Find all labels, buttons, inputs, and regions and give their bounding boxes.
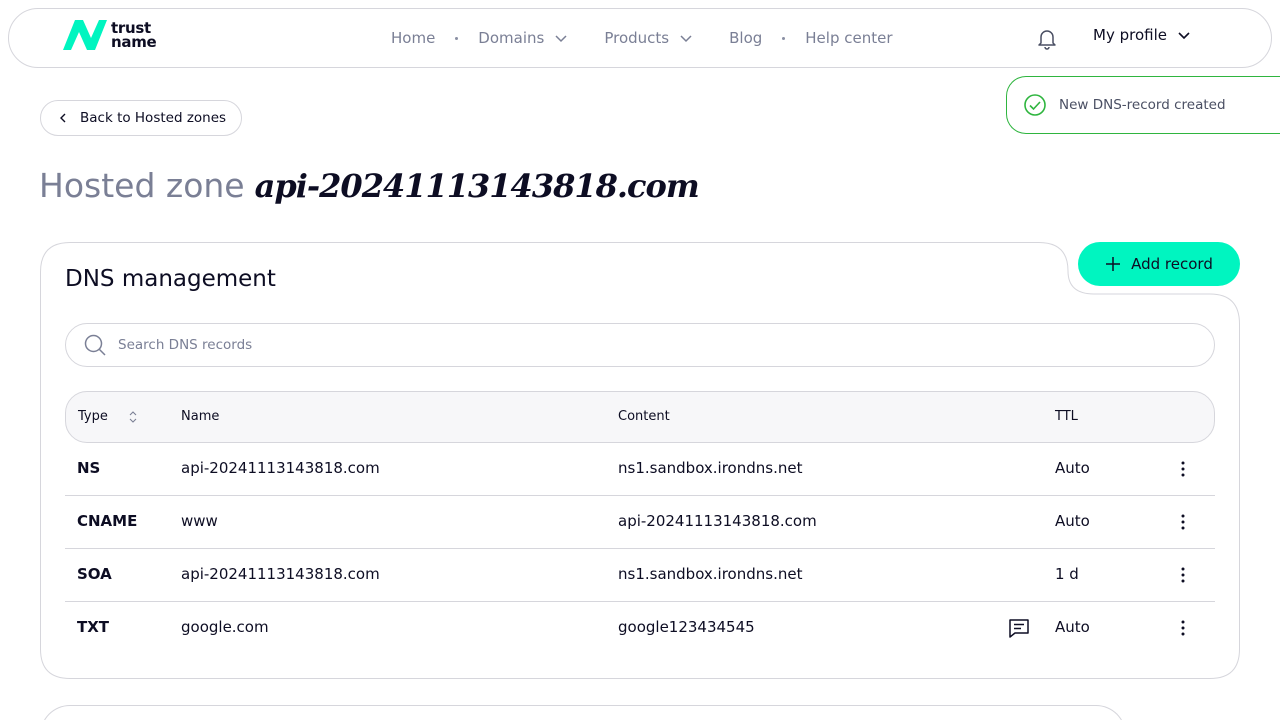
top-navigation: trust name Home Domains Products Blog He…	[8, 8, 1272, 68]
chevron-left-icon	[60, 113, 66, 123]
page-title-zone: api-20241113143818.com	[254, 167, 700, 205]
bell-icon[interactable]	[1035, 26, 1059, 50]
back-button-label: Back to Hosted zones	[80, 110, 227, 126]
record-ttl: 1 d	[1055, 565, 1079, 583]
record-type: CNAME	[77, 512, 138, 530]
record-content: ns1.sandbox.irondns.net	[618, 565, 803, 583]
nav-separator	[782, 36, 786, 40]
nav-home[interactable]: Home	[391, 29, 435, 47]
logo-text-line2: name	[111, 33, 157, 51]
dns-management-heading: DNS management	[65, 266, 276, 292]
toast-message: New DNS-record created	[1059, 97, 1226, 113]
table-row[interactable]: NS api-20241113143818.com ns1.sandbox.ir…	[65, 443, 1215, 496]
success-toast: New DNS-record created	[1006, 76, 1280, 134]
record-ttl: Auto	[1055, 618, 1090, 636]
main-nav: Home Domains Products Blog Help center	[391, 9, 893, 67]
record-type: TXT	[77, 618, 110, 636]
chevron-down-icon	[680, 35, 692, 43]
column-content-label: Content	[618, 409, 670, 424]
search-icon	[84, 334, 106, 356]
column-content: Content	[618, 409, 670, 424]
logo-mark-icon	[63, 20, 107, 50]
comment-icon[interactable]	[1007, 616, 1031, 640]
column-ttl: TTL	[1055, 409, 1078, 424]
record-name: api-20241113143818.com	[181, 565, 380, 583]
chevron-down-icon	[555, 35, 567, 43]
column-name-label: Name	[181, 409, 220, 424]
more-vertical-icon[interactable]	[1175, 618, 1191, 638]
record-content: google123434545	[618, 618, 755, 636]
nav-help-center-label: Help center	[805, 29, 893, 47]
chevron-down-icon	[1178, 32, 1190, 40]
record-content: api-20241113143818.com	[618, 512, 817, 530]
record-name: api-20241113143818.com	[181, 459, 380, 477]
column-name: Name	[181, 409, 219, 424]
record-name: google.com	[181, 618, 269, 636]
next-section-card	[40, 705, 1126, 720]
search-input[interactable]	[118, 337, 1118, 353]
record-content: ns1.sandbox.irondns.net	[618, 459, 803, 477]
table-row[interactable]: CNAME www api-20241113143818.com Auto	[65, 496, 1215, 549]
back-to-hosted-zones-button[interactable]: Back to Hosted zones	[40, 100, 243, 136]
check-circle-icon	[1024, 94, 1046, 116]
nav-home-label: Home	[391, 29, 436, 47]
table-row[interactable]: SOA api-20241113143818.com ns1.sandbox.i…	[65, 549, 1215, 602]
table-row[interactable]: TXT google.com google123434545 Auto	[65, 602, 1215, 655]
nav-blog[interactable]: Blog	[729, 29, 762, 47]
page-title: Hosted zone api-20241113143818.com	[39, 166, 700, 210]
table-header: Type Name Content TTL	[65, 391, 1215, 443]
profile-menu[interactable]: My profile	[1093, 26, 1191, 44]
record-ttl: Auto	[1055, 512, 1090, 530]
trustname-logo[interactable]: trust name	[61, 18, 157, 52]
nav-blog-label: Blog	[729, 29, 763, 47]
nav-help-center[interactable]: Help center	[805, 29, 892, 47]
plus-icon	[1106, 257, 1121, 271]
sort-icon	[129, 410, 137, 423]
logo-wordmark: trust name	[111, 21, 157, 51]
nav-separator	[455, 36, 459, 40]
record-ttl: Auto	[1055, 459, 1090, 477]
nav-domains-label: Domains	[478, 29, 545, 47]
dns-search	[65, 323, 1215, 367]
more-vertical-icon[interactable]	[1175, 512, 1191, 532]
column-type[interactable]: Type	[78, 409, 138, 424]
more-vertical-icon[interactable]	[1175, 565, 1191, 585]
nav-domains[interactable]: Domains	[478, 29, 568, 47]
nav-products[interactable]: Products	[604, 29, 693, 47]
add-record-button[interactable]: Add record	[1078, 242, 1240, 286]
record-name: www	[181, 512, 218, 530]
page-title-prefix: Hosted zone	[39, 166, 245, 205]
profile-label: My profile	[1093, 26, 1167, 44]
add-record-label: Add record	[1131, 255, 1213, 273]
nav-products-label: Products	[604, 29, 670, 47]
column-type-label: Type	[78, 409, 108, 424]
more-vertical-icon[interactable]	[1175, 459, 1191, 479]
record-type: NS	[77, 459, 101, 477]
column-ttl-label: TTL	[1055, 409, 1078, 424]
record-type: SOA	[77, 565, 112, 583]
